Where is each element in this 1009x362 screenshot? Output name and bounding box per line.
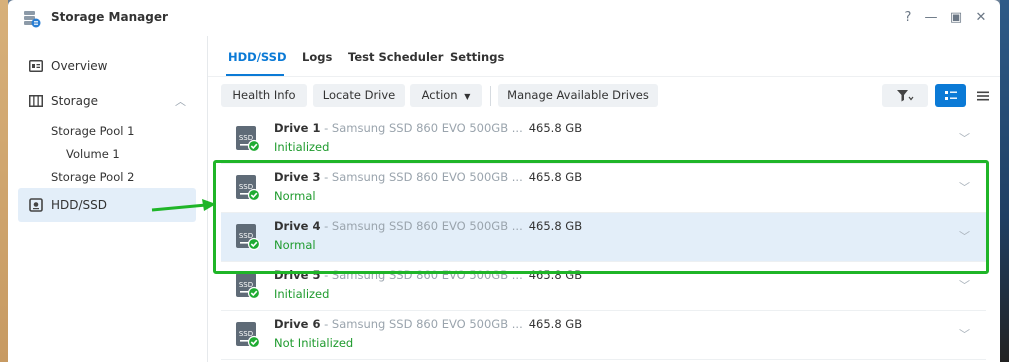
- chevron-up-icon[interactable]: ︿: [175, 93, 186, 109]
- drive-size: 465.8 GB: [528, 317, 583, 331]
- health-info-button[interactable]: Health Info: [221, 84, 307, 107]
- hdd-icon: [29, 198, 43, 212]
- chevron-down-icon[interactable]: ﹀: [959, 130, 970, 146]
- drive-size: 465.8 GB: [528, 121, 583, 135]
- locate-drive-button[interactable]: Locate Drive: [313, 84, 405, 107]
- sidebar-item-storage-pool-1[interactable]: Storage Pool 1: [51, 124, 134, 138]
- drive-summary: Drive 1 - Samsung SSD 860 EVO 500GB ... 4…: [274, 121, 582, 135]
- ssd-drive-icon: SSD: [236, 273, 261, 300]
- drive-status: Initialized: [274, 140, 330, 154]
- compact-view-button[interactable]: [967, 84, 998, 107]
- sidebar-item-label: HDD/SSD: [51, 198, 108, 212]
- sidebar-item-overview[interactable]: Overview: [18, 49, 196, 83]
- drive-status: Not Initialized: [274, 336, 354, 350]
- chevron-down-icon[interactable]: ﹀: [959, 326, 970, 342]
- sidebar-item-storage[interactable]: Storage ︿: [18, 84, 196, 118]
- action-button[interactable]: Action ▼: [410, 84, 482, 107]
- close-icon[interactable]: ✕: [973, 10, 989, 26]
- sidebar-item-storage-pool-2[interactable]: Storage Pool 2: [51, 170, 134, 184]
- action-button-label: Action: [421, 88, 458, 102]
- overview-icon: [29, 60, 43, 72]
- drive-row[interactable]: SSD Drive 6 - Samsung SSD 860 EVO 500GB …: [221, 311, 986, 360]
- ssd-drive-icon: SSD: [236, 322, 261, 349]
- manage-available-drives-button[interactable]: Manage Available Drives: [498, 84, 658, 107]
- arrow-icon: [151, 199, 216, 212]
- desktop-background-right: [1000, 0, 1009, 362]
- tab-settings[interactable]: Settings: [450, 50, 504, 64]
- highlight-box: [213, 160, 989, 274]
- window-title: Storage Manager: [51, 10, 168, 24]
- drive-model: - Samsung SSD 860 EVO 500GB ...: [320, 121, 523, 135]
- minimize-icon[interactable]: —: [923, 10, 939, 26]
- storage-icon: [29, 95, 43, 107]
- list-icon: [976, 91, 989, 100]
- drive-row[interactable]: SSD Drive 1 - Samsung SSD 860 EVO 500GB …: [221, 115, 986, 164]
- drive-name: Drive 1: [274, 121, 321, 135]
- list-view-button[interactable]: [935, 84, 966, 107]
- toolbar-separator: [490, 86, 491, 106]
- maximize-icon[interactable]: ▣: [948, 10, 964, 26]
- sidebar-item-label: Storage: [51, 94, 98, 108]
- drive-status: Initialized: [274, 287, 330, 301]
- drive-name: Drive 6: [274, 317, 321, 331]
- tab-hdd-ssd[interactable]: HDD/SSD: [228, 50, 287, 64]
- tab-logs[interactable]: Logs: [302, 50, 332, 64]
- tab-test-scheduler[interactable]: Test Scheduler: [348, 50, 443, 64]
- help-icon[interactable]: ?: [900, 10, 916, 26]
- title-bar[interactable]: Storage Manager ? — ▣ ✕: [8, 0, 1000, 36]
- caret-down-icon: ▼: [464, 92, 471, 101]
- drive-summary: Drive 6 - Samsung SSD 860 EVO 500GB ... 4…: [274, 317, 582, 331]
- list-detail-icon: [944, 90, 957, 100]
- drive-model: - Samsung SSD 860 EVO 500GB ...: [320, 317, 523, 331]
- filter-button[interactable]: [882, 84, 928, 107]
- tabs-divider: [208, 76, 1000, 77]
- ssd-drive-icon: SSD: [236, 126, 261, 153]
- chevron-down-icon[interactable]: ﹀: [959, 277, 970, 293]
- desktop-background-left: [0, 0, 8, 362]
- sidebar-item-volume-1[interactable]: Volume 1: [66, 147, 120, 161]
- sidebar-item-label: Overview: [51, 59, 108, 73]
- filter-icon: [897, 89, 914, 101]
- storage-manager-app-icon: [24, 11, 41, 28]
